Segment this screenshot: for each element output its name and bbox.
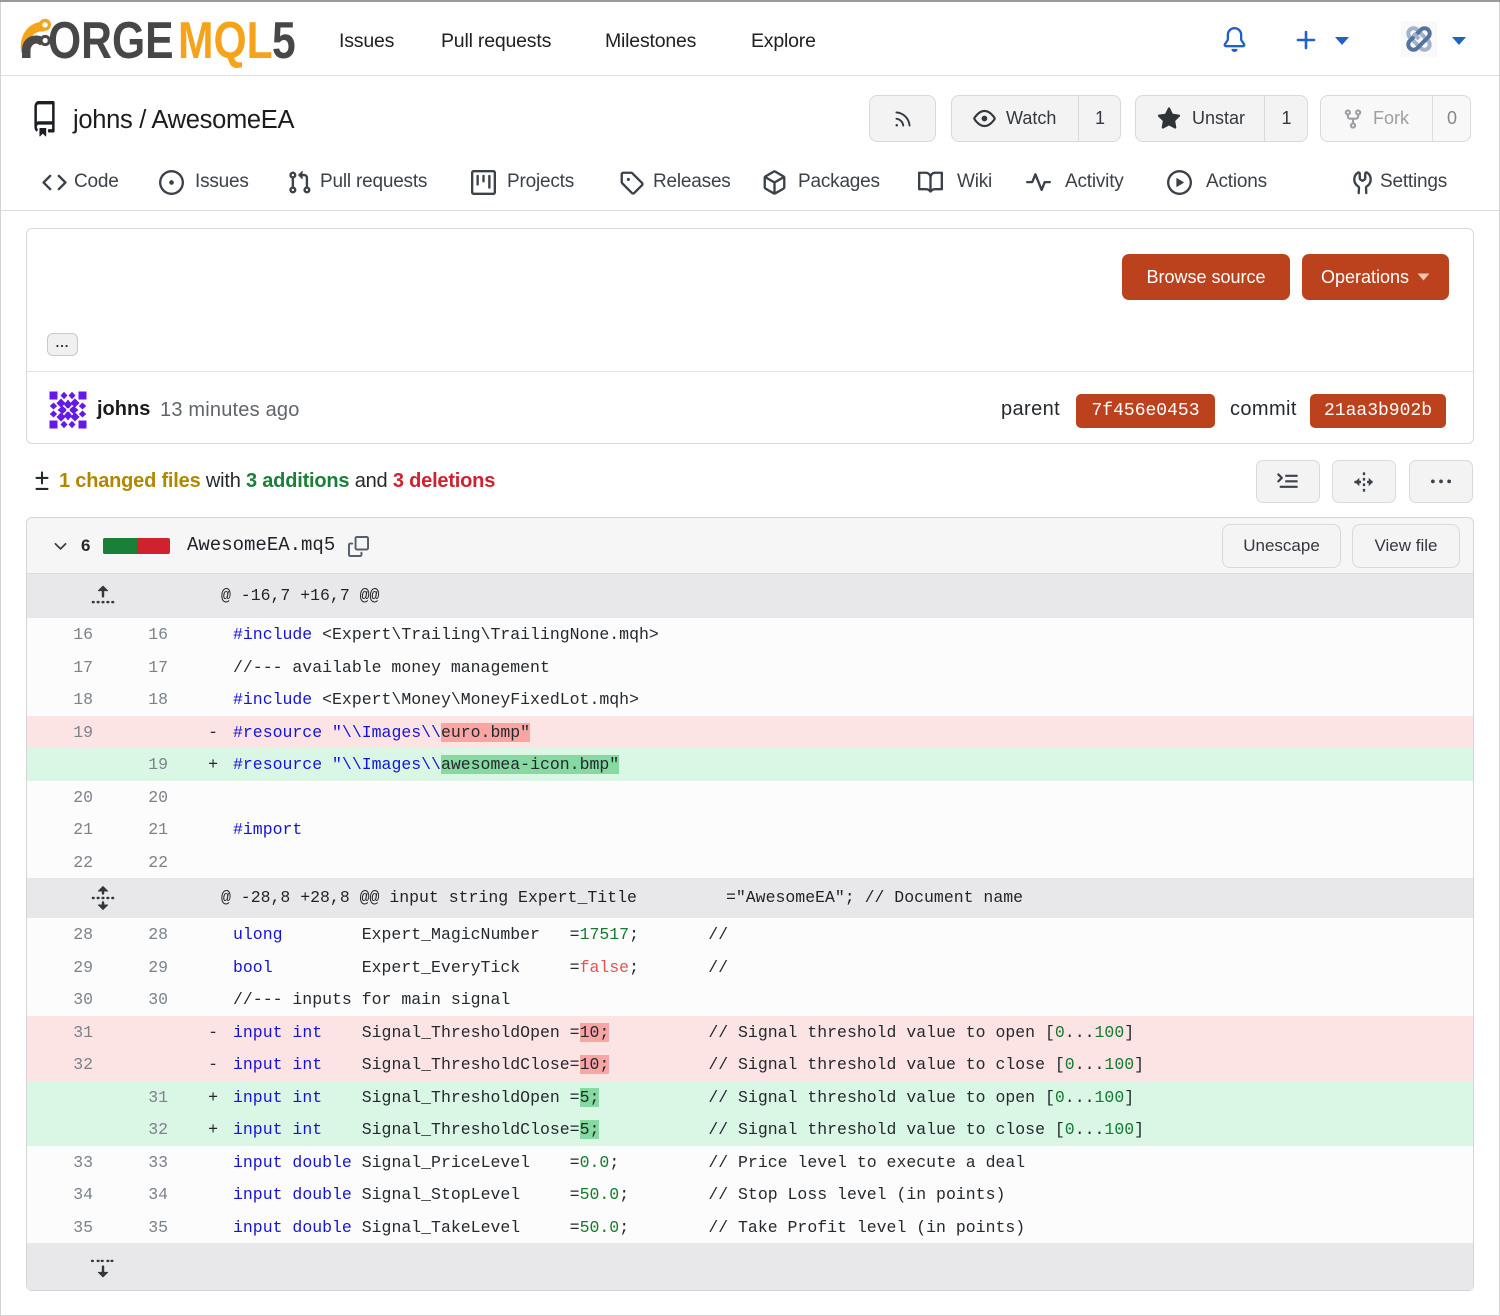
svg-text:ORGE: ORGE (48, 12, 174, 68)
svg-text:MQL: MQL (178, 12, 273, 68)
svg-text:5: 5 (272, 12, 296, 68)
